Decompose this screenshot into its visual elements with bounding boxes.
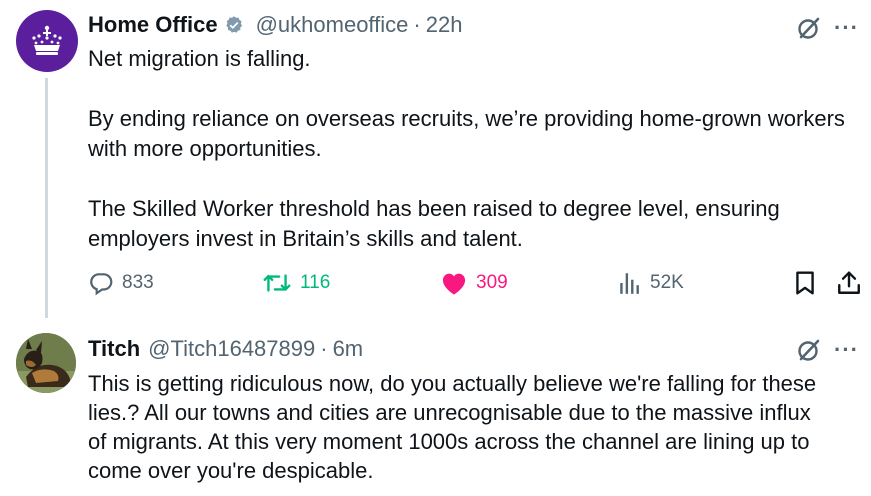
- like-button[interactable]: 309: [440, 270, 508, 296]
- views-count: 52K: [650, 272, 684, 293]
- reply-button[interactable]: 833: [88, 270, 154, 296]
- tweet-line: of migrants. At this very moment 1000s a…: [88, 429, 810, 454]
- separator-dot: ·: [413, 12, 421, 37]
- like-count: 309: [476, 272, 508, 293]
- author-name[interactable]: Home Office: [88, 12, 218, 38]
- tweet-paragraph: Net migration is falling.: [88, 46, 311, 71]
- tweet1-text: Net migration is falling. By ending reli…: [88, 44, 848, 254]
- author-handle[interactable]: @Titch16487899: [148, 336, 315, 362]
- timestamp[interactable]: 22h: [426, 12, 463, 38]
- tweet-line: lies.? All our towns and cities are unre…: [88, 400, 811, 425]
- crown-logo-icon: [32, 25, 62, 55]
- tweet-line: come over you're despicable.: [88, 458, 374, 483]
- more-icon[interactable]: ···: [834, 339, 859, 361]
- reply-icon: [90, 273, 113, 296]
- repost-icon: [263, 274, 291, 292]
- views-icon: [620, 273, 639, 294]
- grok-icon[interactable]: [796, 337, 822, 363]
- author-handle[interactable]: @ukhomeoffice: [256, 12, 409, 38]
- tweet1-header: Home Office @ukhomeoffice · 22h: [88, 12, 462, 38]
- bookmark-icon: [796, 271, 814, 295]
- author-name[interactable]: Titch: [88, 336, 140, 362]
- reply-count: 833: [122, 272, 154, 293]
- tweet1-top-actions: ···: [796, 15, 859, 41]
- thread-connector-line: [45, 78, 48, 318]
- verified-badge-icon[interactable]: [224, 15, 244, 35]
- tweet2-header: Titch @Titch16487899 · 6m: [88, 336, 363, 362]
- titch-avatar[interactable]: [16, 333, 76, 393]
- tweet-line: This is getting ridiculous now, do you a…: [88, 371, 817, 396]
- timestamp[interactable]: 6m: [333, 336, 364, 362]
- tweet-paragraph: By ending reliance on overseas recruits,…: [88, 106, 845, 161]
- tweet1-action-bar: 833 116 309 52K: [88, 270, 863, 302]
- bookmark-button[interactable]: [793, 270, 825, 296]
- separator-dot: ·: [320, 336, 328, 361]
- repost-count: 116: [300, 272, 331, 293]
- repost-button[interactable]: 116: [262, 270, 330, 296]
- like-icon: [442, 273, 466, 295]
- grok-icon[interactable]: [796, 15, 822, 41]
- tweet2-top-actions: ···: [796, 337, 859, 363]
- views-button[interactable]: 52K: [618, 270, 684, 296]
- more-icon[interactable]: ···: [834, 17, 859, 39]
- tweet-paragraph: The Skilled Worker threshold has been ra…: [88, 196, 780, 251]
- share-icon: [838, 271, 860, 294]
- share-button[interactable]: [836, 270, 870, 296]
- dog-avatar: [16, 333, 76, 393]
- tweet2-text: This is getting ridiculous now, do you a…: [88, 369, 858, 485]
- home-office-avatar[interactable]: [16, 10, 78, 72]
